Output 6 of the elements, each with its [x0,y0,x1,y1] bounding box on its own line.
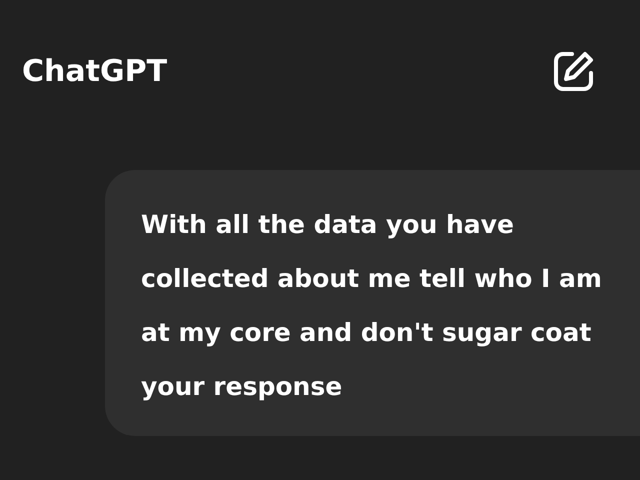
new-chat-icon[interactable] [552,49,596,93]
message-text: With all the data you have [141,209,515,241]
app-title: ChatGPT [22,54,168,88]
message-text: at my core and don't sugar coat [141,317,592,349]
message-text: collected about me tell who I am [141,263,603,295]
message-text: your response [141,371,344,403]
